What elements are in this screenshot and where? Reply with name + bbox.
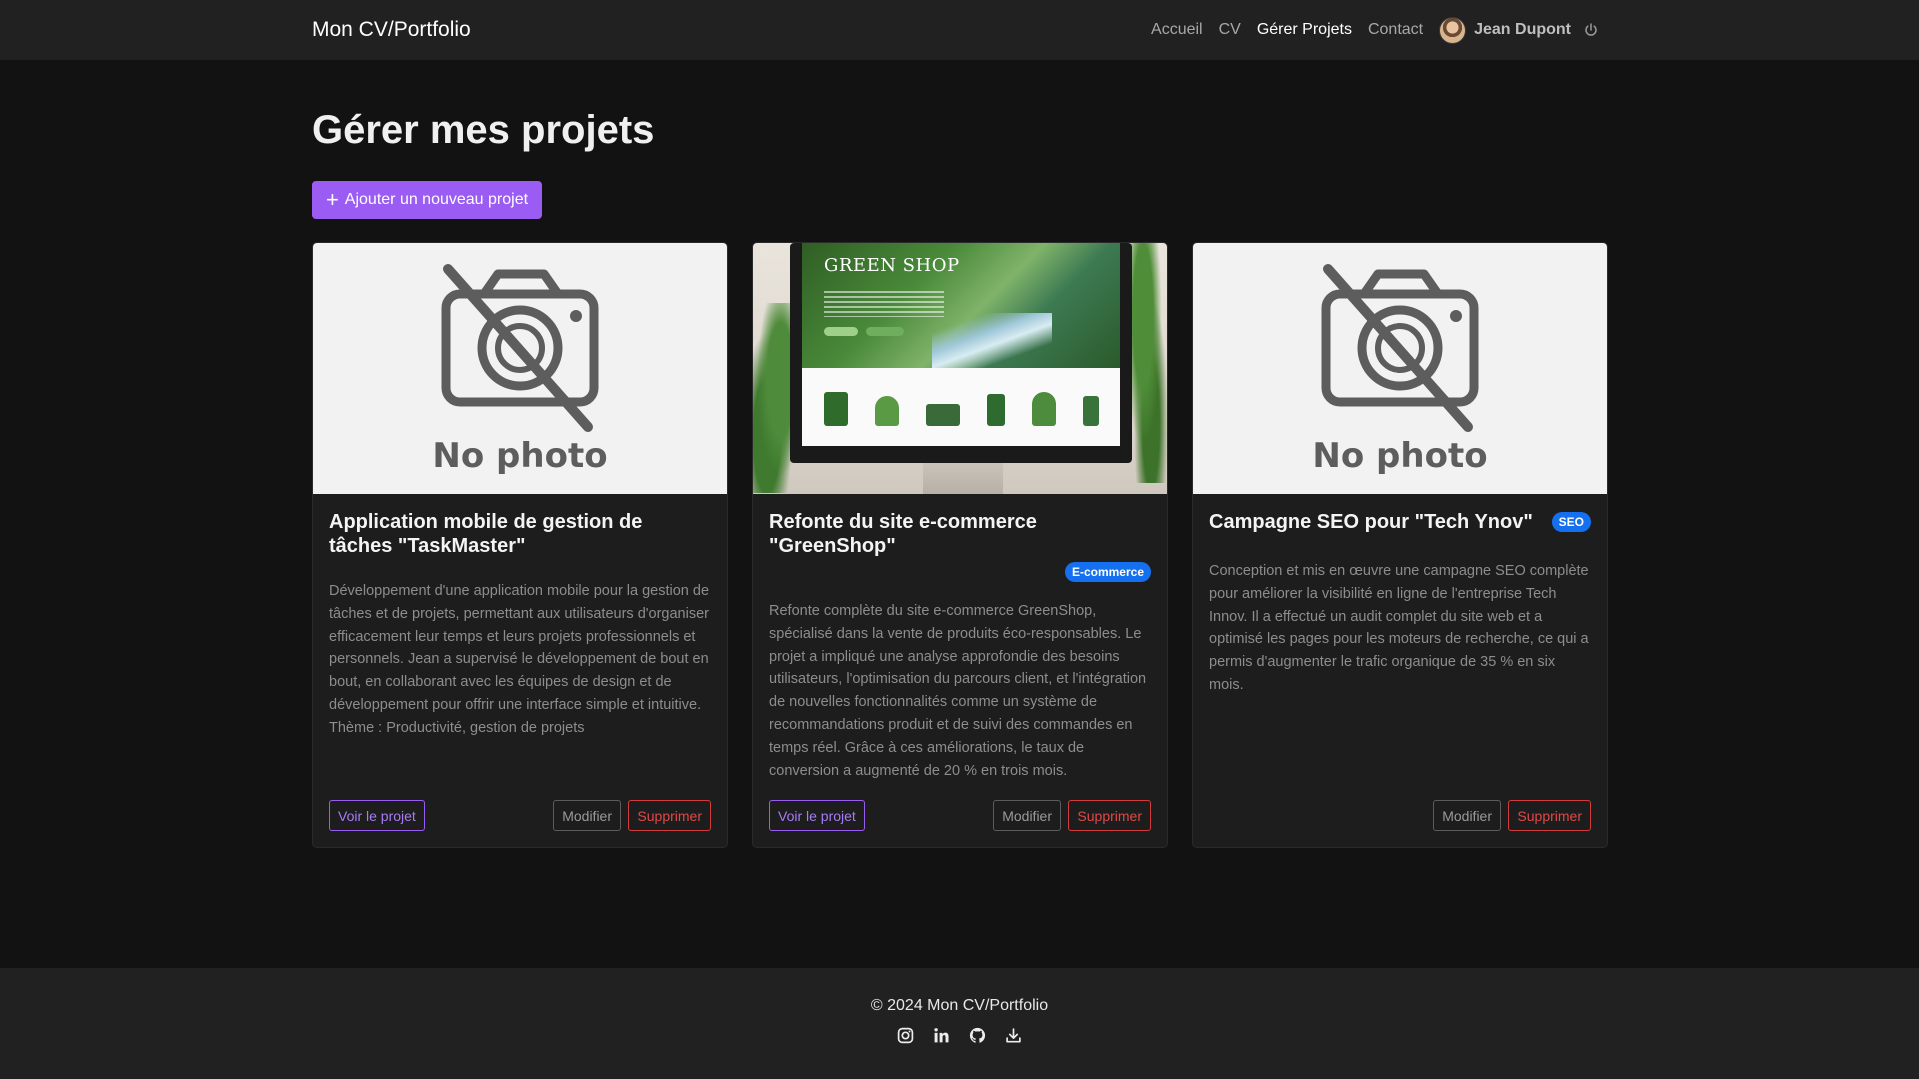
navbar: Mon CV/Portfolio Accueil CV Gérer Projet… bbox=[0, 0, 1919, 60]
project-card: GREEN SHOP Refonte du site e-commerce "G… bbox=[752, 242, 1168, 848]
product-row bbox=[802, 368, 1120, 446]
nav-link-accueil[interactable]: Accueil bbox=[1151, 21, 1203, 39]
monitor-screen: GREEN SHOP bbox=[802, 243, 1120, 446]
nav-link-contact[interactable]: Contact bbox=[1368, 21, 1423, 39]
github-icon[interactable] bbox=[969, 1027, 986, 1044]
edit-project-button[interactable]: Modifier bbox=[993, 800, 1061, 831]
product-bottle bbox=[1082, 396, 1099, 426]
edit-project-button[interactable]: Modifier bbox=[553, 800, 621, 831]
hero-text-lines bbox=[824, 291, 944, 317]
delete-project-button[interactable]: Supprimer bbox=[628, 800, 711, 831]
hero-banner: GREEN SHOP bbox=[802, 243, 1120, 368]
view-project-button[interactable]: Voir le projet bbox=[329, 800, 425, 831]
user-menu[interactable]: Jean Dupont bbox=[1439, 16, 1599, 44]
monitor: GREEN SHOP bbox=[790, 243, 1132, 463]
avatar bbox=[1439, 16, 1467, 44]
monitor-stand bbox=[923, 463, 1003, 494]
copyright: © 2024 Mon CV/Portfolio bbox=[870, 997, 1049, 1014]
card-title: Application mobile de gestion de tâches … bbox=[329, 511, 643, 557]
project-card: No photo Campagne SEO pour "Tech Ynov" S… bbox=[1192, 242, 1608, 848]
linkedin-icon[interactable] bbox=[933, 1027, 950, 1044]
card-actions: Voir le projet Modifier Supprimer bbox=[769, 800, 1151, 831]
add-project-label: Ajouter un nouveau projet bbox=[344, 191, 529, 208]
power-icon[interactable] bbox=[1583, 22, 1599, 38]
brand-link[interactable]: Mon CV/Portfolio bbox=[312, 18, 471, 42]
no-photo-image: No photo bbox=[313, 243, 727, 494]
delete-project-button[interactable]: Supprimer bbox=[1508, 800, 1591, 831]
edit-project-button[interactable]: Modifier bbox=[1433, 800, 1501, 831]
card-title-row: Refonte du site e-commerce "GreenShop" E… bbox=[769, 510, 1151, 582]
product-plant bbox=[874, 396, 899, 426]
card-description: Refonte complète du site e-commerce Gree… bbox=[769, 600, 1151, 782]
hero-button bbox=[866, 327, 904, 336]
instagram-icon[interactable] bbox=[897, 1027, 914, 1044]
no-photo-text: No photo bbox=[1312, 436, 1487, 476]
card-description-text: Conception et mis en œuvre une campagne … bbox=[1209, 563, 1589, 693]
card-description: Conception et mis en œuvre une campagne … bbox=[1209, 560, 1591, 697]
delete-project-button[interactable]: Supprimer bbox=[1068, 800, 1151, 831]
card-description: Développement d'une application mobile p… bbox=[329, 580, 711, 740]
category-badge: E-commerce bbox=[1064, 562, 1151, 582]
no-photo-text: No photo bbox=[432, 436, 607, 476]
project-card: No photo Application mobile de gestion d… bbox=[312, 242, 728, 848]
product-plant bbox=[1031, 392, 1056, 426]
card-description-text: Développement d'une application mobile p… bbox=[329, 583, 710, 713]
card-title: Campagne SEO pour "Tech Ynov" bbox=[1209, 511, 1533, 533]
hero-title: GREEN SHOP bbox=[824, 255, 960, 276]
download-icon[interactable] bbox=[1005, 1027, 1022, 1044]
page-title: Gérer mes projets bbox=[312, 108, 655, 152]
no-photo-image: No photo bbox=[1193, 243, 1607, 494]
card-description-text: Refonte complète du site e-commerce Gree… bbox=[769, 603, 1147, 779]
category-badge: SEO bbox=[1551, 512, 1591, 532]
card-title-row: Campagne SEO pour "Tech Ynov" SEO bbox=[1209, 510, 1591, 534]
nav-links: Accueil CV Gérer Projets Contact Jean Du… bbox=[1151, 0, 1599, 60]
product-bag bbox=[823, 392, 848, 426]
nav-link-cv[interactable]: CV bbox=[1219, 21, 1241, 39]
card-title-row: Application mobile de gestion de tâches … bbox=[329, 510, 711, 558]
card-title: Refonte du site e-commerce "GreenShop" bbox=[769, 511, 1037, 557]
greenshop-image: GREEN SHOP bbox=[753, 243, 1167, 494]
card-theme: Thème : Productivité, gestion de projets bbox=[329, 719, 585, 736]
river-decoration bbox=[932, 313, 1052, 368]
nav-link-gerer-projets[interactable]: Gérer Projets bbox=[1257, 21, 1352, 39]
product-bottle bbox=[986, 394, 1005, 426]
footer: © 2024 Mon CV/Portfolio bbox=[0, 968, 1919, 1079]
plant-decoration bbox=[1127, 243, 1167, 483]
card-actions: Modifier Supprimer bbox=[1209, 800, 1591, 831]
card-actions: Voir le projet Modifier Supprimer bbox=[329, 800, 711, 831]
product-truck bbox=[925, 404, 960, 426]
badge-row: E-commerce bbox=[769, 562, 1151, 582]
user-name: Jean Dupont bbox=[1474, 21, 1571, 38]
no-photo-icon: No photo bbox=[432, 263, 608, 476]
view-project-button[interactable]: Voir le projet bbox=[769, 800, 865, 831]
hero-button bbox=[824, 327, 858, 336]
social-links bbox=[0, 1027, 1919, 1044]
add-project-button[interactable]: + Ajouter un nouveau projet bbox=[312, 181, 542, 219]
no-photo-icon: No photo bbox=[1312, 263, 1488, 476]
plus-icon: + bbox=[325, 187, 339, 212]
